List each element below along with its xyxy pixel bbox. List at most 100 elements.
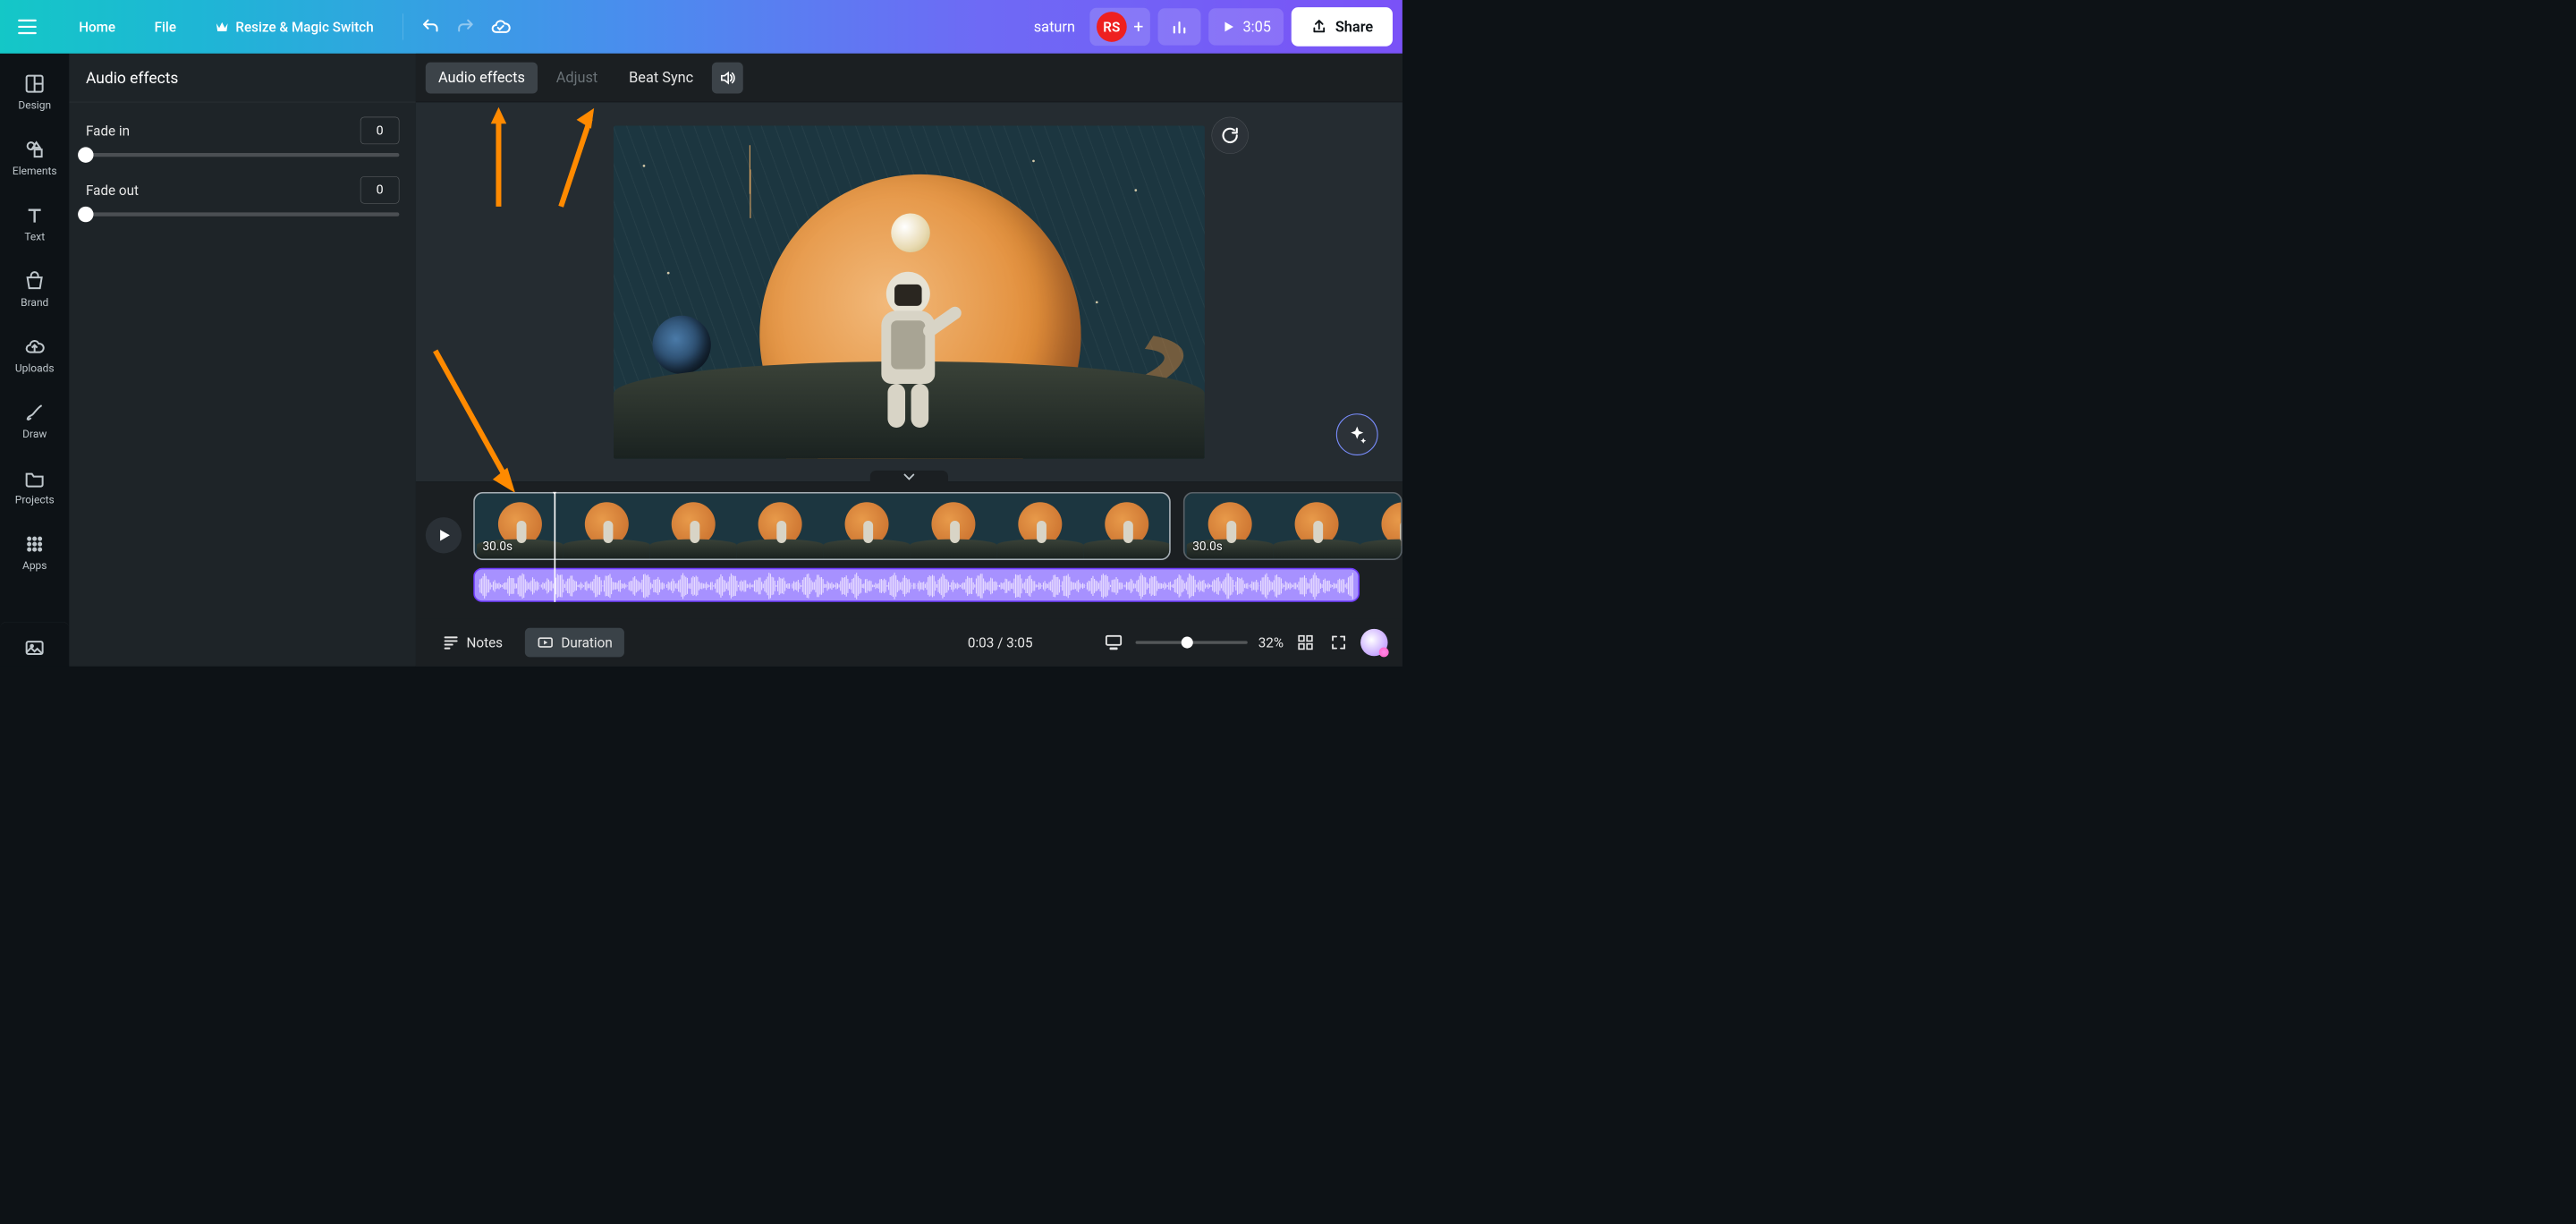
grid-icon	[1297, 633, 1315, 651]
duration-label: Duration	[561, 634, 612, 650]
share-label: Share	[1335, 18, 1373, 35]
uploads-icon	[24, 336, 46, 358]
analytics-icon	[1171, 18, 1189, 36]
rail-elements[interactable]: Elements	[5, 131, 64, 184]
playback-time: 0:03 / 3:05	[968, 634, 1033, 650]
video-clip-2[interactable]: 30.0s	[1183, 492, 1402, 560]
menu-button[interactable]	[10, 9, 45, 44]
play-icon	[436, 527, 453, 544]
rail-projects[interactable]: Projects	[5, 460, 64, 514]
slider-thumb[interactable]	[1182, 637, 1193, 649]
playhead[interactable]	[555, 492, 556, 602]
chevron-down-icon	[902, 472, 916, 481]
divider	[402, 13, 403, 39]
undo-icon	[421, 17, 441, 37]
project-name[interactable]: saturn	[1034, 18, 1075, 35]
timeline-play-button[interactable]	[426, 517, 462, 553]
tracks[interactable]: 30.0s 30.0s	[473, 492, 1402, 602]
duration-icon	[537, 633, 555, 651]
side-panel: Audio effects Fade in 0 Fade out 0	[69, 54, 415, 667]
present-button[interactable]: 3:05	[1208, 8, 1284, 45]
video-clip-1[interactable]: 30.0s	[473, 492, 1171, 560]
projects-icon	[24, 468, 46, 489]
fade-out-label: Fade out	[86, 182, 139, 198]
notes-label: Notes	[467, 634, 504, 650]
image-icon	[24, 637, 46, 659]
play-icon	[1222, 20, 1236, 34]
crown-icon	[216, 21, 229, 32]
ctx-volume[interactable]	[712, 62, 743, 93]
slider-thumb[interactable]	[78, 147, 93, 162]
grid-view-button[interactable]	[1294, 632, 1317, 654]
ai-assistant-button[interactable]	[1360, 629, 1387, 656]
bottom-bar: Notes Duration 0:03 / 3:05 32%	[416, 618, 1402, 666]
play-time-label: 3:05	[1242, 18, 1270, 35]
redo-icon	[456, 17, 476, 37]
redo-button[interactable]	[448, 9, 483, 44]
rail-brand[interactable]: Brand	[5, 262, 64, 316]
annotation-arrow	[547, 105, 614, 214]
pages-view-button[interactable]	[1103, 632, 1125, 654]
design-icon	[24, 73, 46, 95]
notes-icon	[442, 633, 460, 651]
rail-label: Draw	[22, 429, 47, 441]
share-icon	[1311, 19, 1328, 36]
text-icon	[24, 205, 46, 226]
rail-photos[interactable]	[0, 622, 69, 667]
rail-label: Apps	[22, 560, 47, 573]
user-avatar[interactable]: RS	[1097, 12, 1127, 42]
pages-icon	[1104, 633, 1123, 652]
clip-duration-label: 30.0s	[483, 540, 513, 554]
fade-out-value[interactable]: 0	[360, 176, 400, 203]
file-link[interactable]: File	[135, 9, 196, 45]
fullscreen-icon	[1330, 633, 1348, 651]
rail-apps[interactable]: Apps	[5, 525, 64, 579]
resize-label: Resize & Magic Switch	[235, 19, 373, 35]
slider-thumb[interactable]	[78, 207, 93, 222]
canvas[interactable]	[614, 125, 1205, 458]
sparkle-icon	[1346, 424, 1368, 446]
ctx-beat-sync[interactable]: Beat Sync	[616, 62, 706, 93]
apps-icon	[24, 533, 46, 555]
zoom-slider[interactable]	[1136, 641, 1248, 643]
fullscreen-button[interactable]	[1327, 632, 1350, 654]
annotation-arrow	[426, 341, 533, 504]
left-rail: Design Elements Text Brand Uploads Draw …	[0, 54, 69, 667]
context-toolbar: Audio effects Adjust Beat Sync	[416, 54, 1402, 102]
rail-draw[interactable]: Draw	[5, 394, 64, 447]
waveform-lines	[479, 573, 1354, 599]
ctx-adjust[interactable]: Adjust	[544, 62, 611, 93]
rail-label: Projects	[15, 494, 55, 506]
volume-icon	[719, 69, 737, 87]
fade-in-slider[interactable]	[86, 153, 399, 157]
rail-uploads[interactable]: Uploads	[5, 328, 64, 382]
rail-label: Elements	[13, 166, 57, 178]
ctx-audio-effects[interactable]: Audio effects	[426, 62, 538, 93]
cloud-check-icon	[490, 16, 512, 38]
elements-icon	[24, 139, 46, 160]
ai-tools-button[interactable]	[1336, 413, 1378, 455]
notes-button[interactable]: Notes	[430, 628, 514, 658]
top-bar: Home File Resize & Magic Switch saturn R…	[0, 0, 1402, 54]
collaborators[interactable]: RS +	[1089, 8, 1150, 46]
rail-design[interactable]: Design	[5, 65, 64, 119]
rail-label: Uploads	[15, 362, 55, 375]
home-link[interactable]: Home	[59, 9, 134, 45]
analytics-button[interactable]	[1158, 8, 1201, 45]
regenerate-button[interactable]	[1211, 117, 1248, 154]
fade-in-value[interactable]: 0	[360, 117, 400, 144]
zoom-value: 32%	[1258, 634, 1284, 650]
audio-clip[interactable]	[473, 568, 1360, 602]
undo-button[interactable]	[413, 9, 448, 44]
collapse-timeline-handle[interactable]	[870, 471, 948, 483]
timeline: 30.0s 30.0s	[416, 481, 1402, 666]
draw-icon	[24, 402, 46, 423]
rail-text[interactable]: Text	[5, 197, 64, 251]
resize-magic-switch[interactable]: Resize & Magic Switch	[196, 9, 394, 45]
share-button[interactable]: Share	[1292, 7, 1393, 47]
canvas-area	[416, 102, 1402, 481]
fade-out-slider[interactable]	[86, 212, 399, 216]
duration-button[interactable]: Duration	[525, 628, 624, 658]
cloud-sync-button[interactable]	[483, 9, 518, 44]
add-user-icon[interactable]: +	[1133, 17, 1143, 38]
